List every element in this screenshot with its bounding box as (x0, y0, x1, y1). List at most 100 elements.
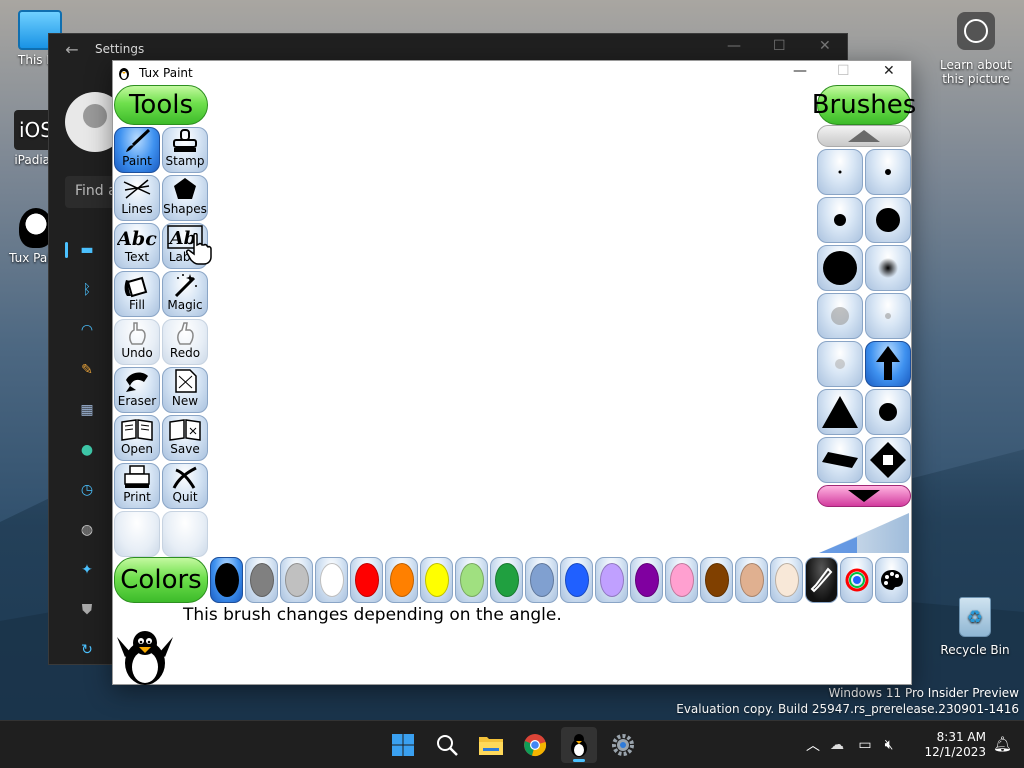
brush-button[interactable] (865, 197, 911, 243)
color-swatch[interactable] (770, 557, 803, 603)
start-button[interactable] (385, 727, 421, 763)
brush-dot-icon (885, 169, 891, 175)
color-swatch[interactable] (735, 557, 768, 603)
brush-dot-icon (834, 214, 846, 226)
tux-paint-taskbar-button[interactable] (561, 727, 597, 763)
tool-magic-button[interactable]: Magic (162, 271, 208, 317)
color-swatch-dot (424, 563, 449, 597)
desktop-icon-learn-about-picture[interactable]: Learn about this picture (936, 12, 1016, 86)
color-swatch[interactable] (700, 557, 733, 603)
color-swatch[interactable] (350, 557, 383, 603)
minimize-button[interactable]: — (727, 38, 741, 54)
close-button[interactable]: ✕ (883, 63, 895, 79)
chrome-icon (524, 734, 547, 757)
tool-open-button[interactable]: Open (114, 415, 160, 461)
open-book-icon (121, 419, 153, 441)
tool-print-button[interactable]: Print (114, 463, 160, 509)
accessibility-icon: ✦ (81, 562, 93, 578)
parallelogram-brush-icon (822, 452, 858, 468)
minimize-button[interactable]: — (793, 63, 807, 79)
brush-button[interactable] (817, 245, 863, 291)
brush-button[interactable] (817, 149, 863, 195)
color-swatch-dot (459, 563, 484, 597)
brush-button[interactable] (865, 437, 911, 483)
brush-soft-icon (831, 307, 849, 325)
tux-penguin-mascot-icon (117, 631, 173, 685)
maximize-button[interactable]: ☐ (837, 63, 850, 79)
triangle-down-icon (848, 490, 880, 502)
brush-button[interactable] (817, 197, 863, 243)
color-picker-eyedropper-button[interactable] (805, 557, 838, 603)
color-wheel-button[interactable] (840, 557, 873, 603)
text-abc-icon: Abc (117, 228, 157, 250)
chevron-up-icon[interactable]: ︿ (804, 735, 822, 755)
brush-button[interactable] (817, 437, 863, 483)
color-swatch-dot (214, 563, 239, 597)
tool-save-button[interactable]: Save (162, 415, 208, 461)
tool-label: Redo (169, 346, 201, 360)
brush-size-slider[interactable] (817, 511, 911, 555)
tool-fill-button[interactable]: Fill (114, 271, 160, 317)
palette-icon (880, 570, 903, 590)
tool-label: Open (120, 442, 154, 456)
brushes-scroll-up-button[interactable] (817, 125, 911, 147)
volume-muted-icon[interactable]: 🔇︎ (878, 737, 900, 753)
color-swatch[interactable] (490, 557, 523, 603)
color-swatch[interactable] (315, 557, 348, 603)
onedrive-icon[interactable]: ☁ (822, 737, 852, 753)
color-swatch[interactable] (210, 557, 243, 603)
tool-undo-button[interactable]: Undo (114, 319, 160, 365)
brush-button[interactable] (865, 389, 911, 435)
file-explorer-button[interactable] (473, 727, 509, 763)
tool-shapes-button[interactable]: Shapes (162, 175, 208, 221)
color-swatch[interactable] (455, 557, 488, 603)
back-arrow-icon[interactable]: ← (49, 40, 95, 59)
brush-button[interactable] (817, 341, 863, 387)
tool-empty-slot (162, 511, 208, 557)
color-swatch[interactable] (595, 557, 628, 603)
brush-button[interactable] (817, 389, 863, 435)
tool-quit-button[interactable]: Quit (162, 463, 208, 509)
network-monitor-icon[interactable]: ▭ (852, 737, 878, 753)
color-swatch[interactable] (245, 557, 278, 603)
brush-button-selected[interactable] (865, 341, 911, 387)
color-swatch[interactable] (385, 557, 418, 603)
paint-bucket-icon (124, 276, 148, 298)
tool-new-button[interactable]: New (162, 367, 208, 413)
eyedropper-icon (810, 567, 832, 593)
close-button[interactable]: ✕ (819, 38, 831, 54)
brush-button[interactable] (865, 293, 911, 339)
color-swatch[interactable] (560, 557, 593, 603)
tool-text-button[interactable]: Abc Text (114, 223, 160, 269)
tool-label: Text (124, 250, 150, 264)
notification-bell-icon[interactable]: 🔔︎ (993, 735, 1012, 753)
chrome-button[interactable] (517, 727, 553, 763)
color-swatch[interactable] (420, 557, 453, 603)
search-button[interactable] (429, 727, 465, 763)
tool-eraser-button[interactable]: Eraser (114, 367, 160, 413)
color-swatch[interactable] (280, 557, 313, 603)
color-mixer-palette-button[interactable] (875, 557, 908, 603)
brushes-scroll-down-button[interactable] (817, 485, 911, 507)
gaming-icon: ◍ (80, 522, 94, 538)
tool-stamp-button[interactable]: Stamp (162, 127, 208, 173)
tool-lines-button[interactable]: Lines (114, 175, 160, 221)
desktop-icon-recycle-bin[interactable]: ♻ Recycle Bin (940, 597, 1010, 657)
search-icon (437, 735, 458, 756)
brush-button[interactable] (865, 245, 911, 291)
color-swatch[interactable] (665, 557, 698, 603)
brush-dot-icon (823, 251, 857, 285)
tool-paint-button[interactable]: Paint (114, 127, 160, 173)
camera-icon (957, 12, 995, 50)
color-swatch[interactable] (525, 557, 558, 603)
maximize-button[interactable]: ☐ (773, 38, 786, 54)
tool-redo-button[interactable]: Redo (162, 319, 208, 365)
arrow-up-icon (876, 346, 900, 380)
brush-button[interactable] (865, 149, 911, 195)
taskbar-clock[interactable]: 8:31 AM 12/1/2023 (924, 730, 986, 760)
brush-button[interactable] (817, 293, 863, 339)
settings-taskbar-button[interactable] (605, 727, 641, 763)
drawing-canvas[interactable] (209, 85, 815, 555)
svg-text:Abc: Abc (117, 228, 157, 250)
color-swatch[interactable] (630, 557, 663, 603)
